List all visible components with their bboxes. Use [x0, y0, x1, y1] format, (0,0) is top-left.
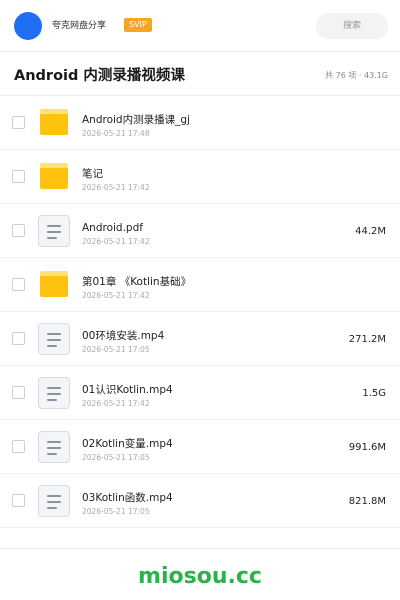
- page-title: Android 内测录播视频课: [14, 68, 185, 84]
- file-date: 2026-05-21 17:42: [82, 237, 150, 246]
- row-checkbox[interactable]: [12, 332, 25, 345]
- file-row[interactable]: 01认识Kotlin.mp4 2026-05-21 17:42 1.5G: [0, 366, 400, 420]
- file-date: 2026-05-21 17:42: [82, 399, 150, 408]
- file-size: 821.8M: [348, 496, 386, 507]
- file-name: Android.pdf: [82, 222, 143, 234]
- folder-icon: [38, 107, 70, 139]
- document-icon: [38, 323, 70, 355]
- file-name: Android内测录播课_gj: [82, 114, 190, 126]
- file-date: 2026-05-21 17:05: [82, 345, 150, 354]
- file-row[interactable]: 笔记 2026-05-21 17:42: [0, 150, 400, 204]
- row-checkbox[interactable]: [12, 224, 25, 237]
- file-name: 01认识Kotlin.mp4: [82, 384, 173, 396]
- avatar[interactable]: [14, 12, 42, 40]
- row-checkbox[interactable]: [12, 440, 25, 453]
- file-size: 991.6M: [348, 442, 386, 453]
- document-icon: [38, 215, 70, 247]
- file-list: Android内测录播课_gj 2026-05-21 17:48 笔记 2026-05…: [0, 96, 400, 528]
- file-name: 03Kotlin函数.mp4: [82, 492, 173, 504]
- item-count-summary: 共 76 项 · 43.1G: [325, 71, 388, 80]
- file-date: 2026-05-21 17:48: [82, 129, 150, 138]
- file-date: 2026-05-21 17:05: [82, 507, 150, 516]
- file-row[interactable]: Android内测录播课_gj 2026-05-21 17:48: [0, 96, 400, 150]
- file-date: 2026-05-21 17:42: [82, 183, 150, 192]
- top-bar: 夸克网盘分享 SVIP 搜索: [0, 0, 400, 52]
- document-icon: [38, 485, 70, 517]
- file-name: 00环境安装.mp4: [82, 330, 165, 342]
- file-row[interactable]: Android.pdf 2026-05-21 17:42 44.2M: [0, 204, 400, 258]
- document-icon: [38, 431, 70, 463]
- file-row[interactable]: 00环境安装.mp4 2026-05-21 17:05 271.2M: [0, 312, 400, 366]
- document-icon: [38, 377, 70, 409]
- row-checkbox[interactable]: [12, 494, 25, 507]
- search-input[interactable]: 搜索: [316, 13, 388, 39]
- row-checkbox[interactable]: [12, 116, 25, 129]
- share-owner-name: 夸克网盘分享: [52, 21, 107, 31]
- file-date: 2026-05-21 17:05: [82, 453, 150, 462]
- file-name: 02Kotlin变量.mp4: [82, 438, 173, 450]
- file-row[interactable]: 03Kotlin函数.mp4 2026-05-21 17:05 821.8M: [0, 474, 400, 528]
- site-watermark: miosou.cc: [138, 564, 262, 589]
- file-name: 第01章 《Kotlin基础》: [82, 276, 192, 288]
- folder-icon: [38, 161, 70, 193]
- footer: miosou.cc: [0, 548, 400, 600]
- folder-header: Android 内测录播视频课 共 76 项 · 43.1G: [0, 52, 400, 96]
- folder-icon: [38, 269, 70, 301]
- file-size: 1.5G: [362, 388, 386, 399]
- file-row[interactable]: 第01章 《Kotlin基础》 2026-05-21 17:42: [0, 258, 400, 312]
- row-checkbox[interactable]: [12, 386, 25, 399]
- file-name: 笔记: [82, 168, 103, 180]
- svip-badge: SVIP: [124, 18, 152, 32]
- file-row[interactable]: 02Kotlin变量.mp4 2026-05-21 17:05 991.6M: [0, 420, 400, 474]
- file-size: 44.2M: [355, 226, 386, 237]
- row-checkbox[interactable]: [12, 278, 25, 291]
- file-date: 2026-05-21 17:42: [82, 291, 150, 300]
- file-size: 271.2M: [348, 334, 386, 345]
- row-checkbox[interactable]: [12, 170, 25, 183]
